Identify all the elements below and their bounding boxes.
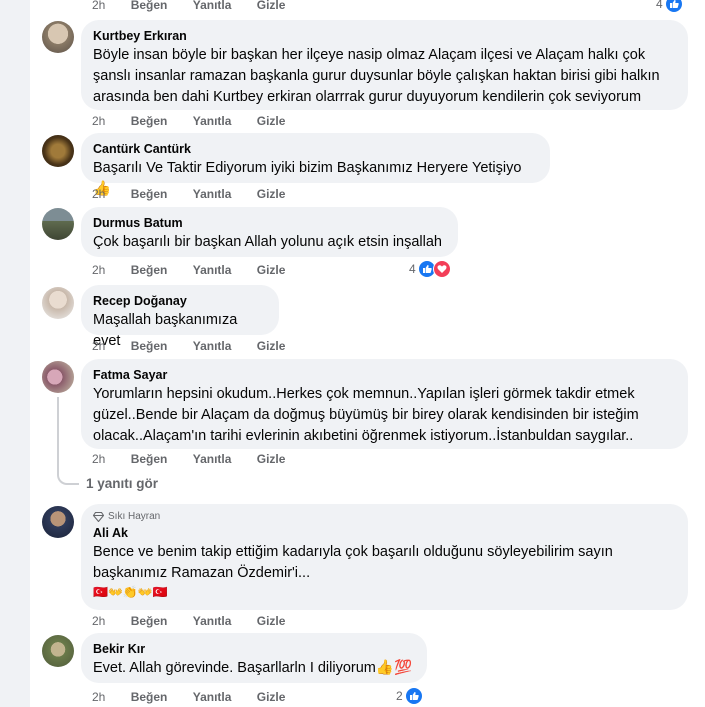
reaction-summary[interactable]: 2 [396,687,423,705]
reaction-summary[interactable]: 4 [656,0,683,13]
comment-actions: 2h Beğen Yanıtla Gizle [92,113,307,129]
timestamp-link[interactable]: 2h [92,186,105,202]
comment-actions-top: 2h Beğen Yanıtla Gizle [92,0,307,13]
comment-actions: 2h Beğen Yanıtla Gizle [92,186,307,202]
like-button[interactable]: Beğen [131,262,168,278]
reaction-summary[interactable]: 4 [409,260,451,278]
hide-button[interactable]: Gizle [257,262,286,278]
comment-text: Yorumların hepsini okudum..Herkes çok me… [93,386,639,444]
timestamp-link[interactable]: 2h [92,613,105,629]
like-button[interactable]: Beğen [131,451,168,467]
avatar[interactable] [42,287,74,319]
like-button[interactable]: Beğen [131,186,168,202]
hide-button[interactable]: Gizle [257,451,286,467]
like-button[interactable]: Beğen [131,0,168,13]
comment-bubble: Bekir Kır Evet. Allah görevinde. Başarll… [81,633,427,683]
comment-bubble: Sıkı Hayran Ali Ak Bence ve benim takip … [81,504,688,610]
comment-text: Bence ve benim takip ettiğim kadarıyla ç… [93,544,613,581]
like-reaction-icon [664,0,683,13]
comment-text: Böyle insan böyle bir başkan her ilçeye … [93,47,660,105]
timestamp-link[interactable]: 2h [92,689,105,705]
love-reaction-icon [432,260,451,278]
like-reaction-icon [404,687,423,705]
reply-button[interactable]: Yanıtla [193,186,232,202]
comment-text: Evet. Allah görevinde. Başarllarln I dil… [93,660,412,676]
like-button[interactable]: Beğen [131,689,168,705]
reply-button[interactable]: Yanıtla [193,262,232,278]
view-replies-link[interactable]: 1 yanıtı gör [86,476,158,491]
hide-button[interactable]: Gizle [257,0,286,13]
like-button[interactable]: Beğen [131,338,168,354]
avatar[interactable] [42,21,74,53]
reaction-count: 2 [396,689,403,703]
comment-author[interactable]: Bekir Kır [93,641,415,657]
hide-button[interactable]: Gizle [257,186,286,202]
comment-actions: 2h Beğen Yanıtla Gizle [92,689,307,705]
comment-actions: 2h Beğen Yanıtla Gizle [92,613,307,629]
like-button[interactable]: Beğen [131,113,168,129]
comment-bubble: Kurtbey Erkıran Böyle insan böyle bir ba… [81,20,688,110]
comment-author[interactable]: Cantürk Cantürk [93,141,538,157]
comment-actions: 2h Beğen Yanıtla Gizle [92,338,307,354]
reply-button[interactable]: Yanıtla [193,0,232,13]
comment-bubble: Recep Doğanay Maşallah başkanımıza evet [81,285,279,349]
comment-actions: 2h Beğen Yanıtla Gizle [92,262,307,278]
timestamp-link[interactable]: 2h [92,113,105,129]
top-fan-badge: Sıkı Hayran [93,511,676,523]
comment-bubble: Cantürk Cantürk Başarılı Ve Taktir Ediyo… [81,133,550,197]
avatar[interactable] [42,635,74,667]
comment-actions: 2h Beğen Yanıtla Gizle [92,451,307,467]
comment-bubble: Fatma Sayar Yorumların hepsini okudum..H… [81,359,688,449]
comment-author[interactable]: Ali Ak [93,525,676,541]
hide-button[interactable]: Gizle [257,689,286,705]
reply-button[interactable]: Yanıtla [193,689,232,705]
reaction-count: 4 [409,262,416,276]
thread-line [57,397,79,485]
hide-button[interactable]: Gizle [257,613,286,629]
avatar[interactable] [42,361,74,393]
comment-author[interactable]: Kurtbey Erkıran [93,28,676,44]
emoji-line: 🇹🇷👐👏👐🇹🇷 [93,585,168,599]
comment-bubble: Durmus Batum Çok başarılı bir başkan All… [81,207,458,257]
reply-button[interactable]: Yanıtla [193,613,232,629]
comment-author[interactable]: Fatma Sayar [93,367,676,383]
timestamp-link[interactable]: 2h [92,262,105,278]
avatar[interactable] [42,506,74,538]
reply-button[interactable]: Yanıtla [193,338,232,354]
comment-author[interactable]: Durmus Batum [93,215,446,231]
like-button[interactable]: Beğen [131,613,168,629]
comment-text: Çok başarılı bir başkan Allah yolunu açı… [93,234,442,250]
badge-label: Sıkı Hayran [108,511,161,522]
diamond-icon [93,512,104,522]
timestamp-link[interactable]: 2h [92,338,105,354]
comment-author[interactable]: Recep Doğanay [93,293,267,309]
reaction-count: 4 [656,0,663,11]
hide-button[interactable]: Gizle [257,113,286,129]
avatar[interactable] [42,208,74,240]
avatar[interactable] [42,135,74,167]
hide-button[interactable]: Gizle [257,338,286,354]
timestamp-link[interactable]: 2h [92,451,105,467]
timestamp-link[interactable]: 2h [92,0,105,13]
reply-button[interactable]: Yanıtla [193,451,232,467]
reply-button[interactable]: Yanıtla [193,113,232,129]
